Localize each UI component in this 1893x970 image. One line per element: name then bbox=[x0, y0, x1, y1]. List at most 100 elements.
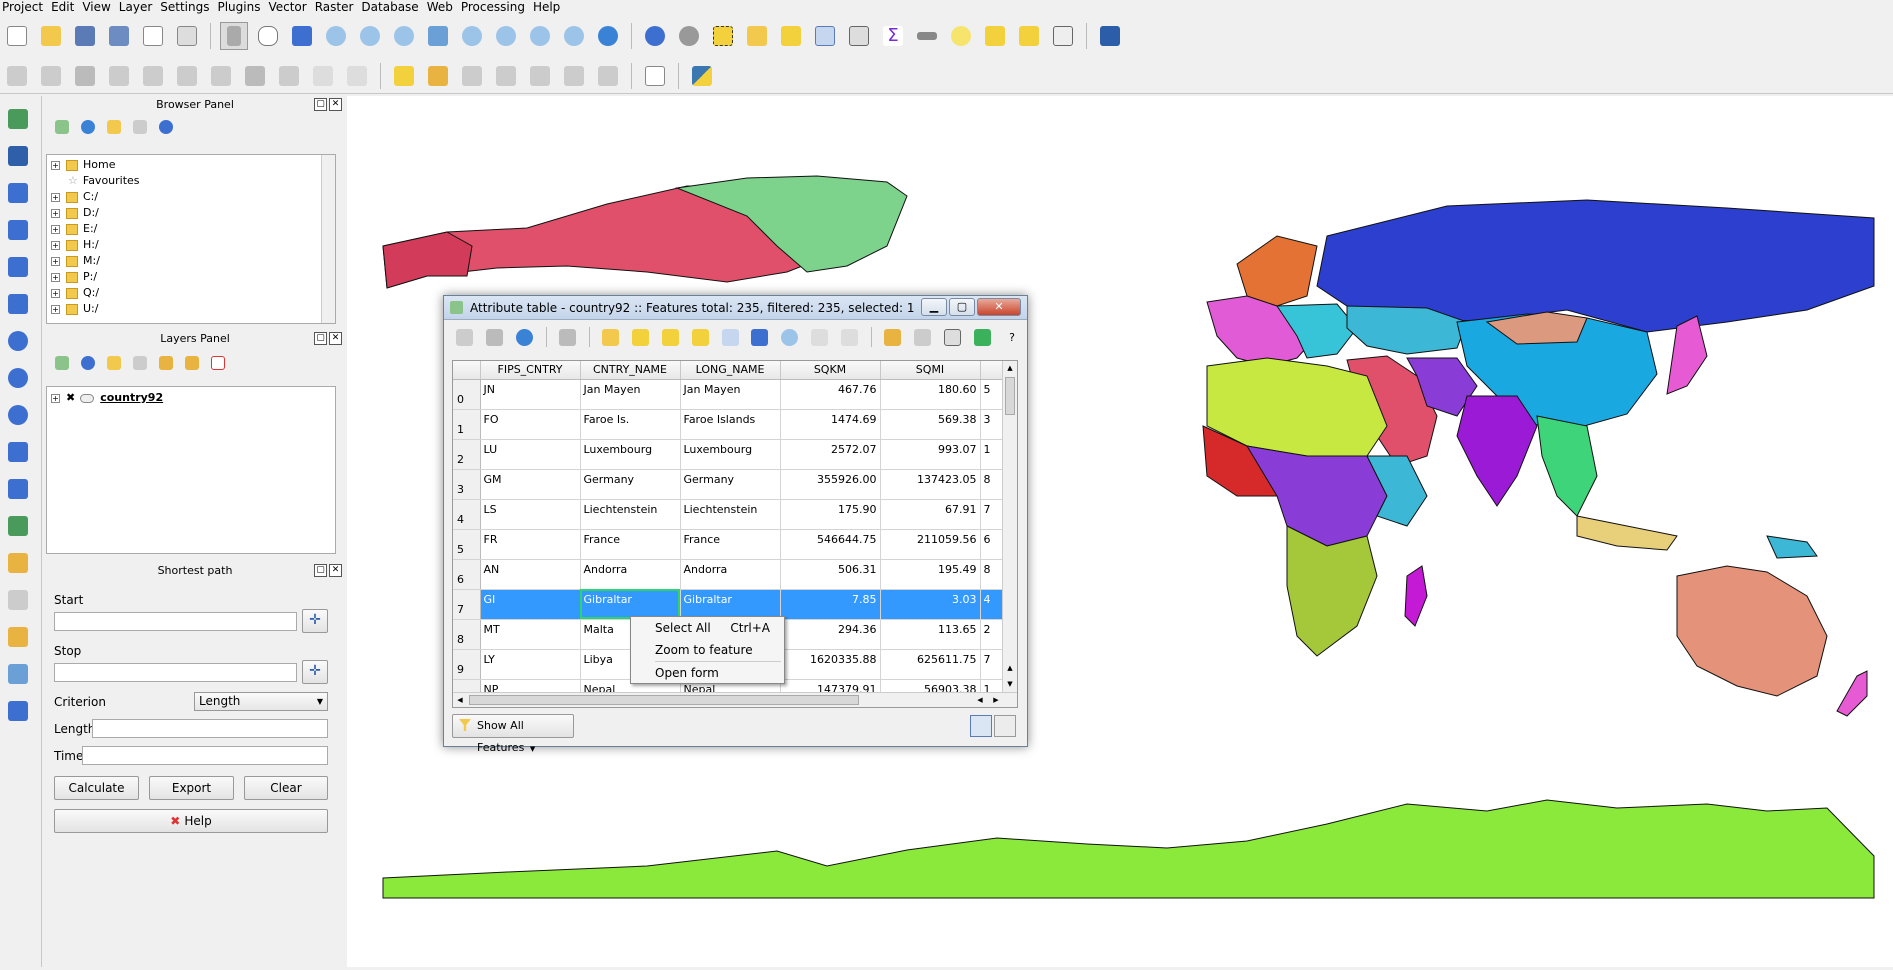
save-edits-icon[interactable] bbox=[484, 326, 506, 348]
network-point-icon[interactable] bbox=[4, 623, 32, 651]
menu-raster[interactable]: Raster bbox=[313, 0, 360, 14]
table-cell[interactable]: 3.03 bbox=[880, 589, 981, 620]
add-feature-icon[interactable] bbox=[105, 62, 133, 90]
add-virtual-layer-icon[interactable] bbox=[4, 475, 32, 503]
form-view-icon[interactable] bbox=[994, 715, 1016, 737]
table-cell[interactable]: 175.90 bbox=[780, 499, 881, 530]
new-print-composer-icon[interactable] bbox=[139, 22, 167, 50]
add-wfs-icon[interactable] bbox=[4, 401, 32, 429]
table-row[interactable]: 4 LS Liechtenstein Liechtenstein 175.90 67.91… bbox=[453, 499, 1006, 530]
save-edits-icon[interactable] bbox=[71, 62, 99, 90]
table-cell[interactable]: France bbox=[680, 529, 781, 560]
node-tool-icon[interactable] bbox=[139, 62, 167, 90]
zoom-last-icon[interactable] bbox=[526, 22, 554, 50]
row-header[interactable]: 4 bbox=[453, 499, 481, 530]
simplify-icon[interactable] bbox=[207, 62, 235, 90]
table-cell[interactable]: Luxembourg bbox=[680, 439, 781, 470]
menu-processing[interactable]: Processing bbox=[459, 0, 531, 14]
float-panel-icon[interactable]: ▢ bbox=[314, 332, 327, 345]
float-panel-icon[interactable]: ▢ bbox=[314, 98, 327, 111]
layer-item-country92[interactable]: + ✖ country92 bbox=[47, 390, 335, 406]
float-panel-icon[interactable]: ▢ bbox=[314, 564, 327, 577]
menu-project[interactable]: Project bbox=[0, 0, 49, 14]
table-cell[interactable]: LY bbox=[480, 649, 581, 680]
close-panel-icon[interactable]: ✕ bbox=[329, 98, 342, 111]
menu-edit[interactable]: Edit bbox=[49, 0, 80, 14]
table-cell[interactable]: Luxembourg bbox=[580, 439, 681, 470]
table-cell[interactable]: AN bbox=[480, 559, 581, 590]
browser-item-c[interactable]: + C:/ bbox=[47, 189, 335, 205]
layer-diagram-icon[interactable] bbox=[424, 62, 452, 90]
measure-line-icon[interactable] bbox=[913, 22, 941, 50]
table-row[interactable]: 3 GM Germany Germany 355926.00 137423.05 8 bbox=[453, 469, 1006, 500]
filter-expression-icon[interactable] bbox=[130, 353, 150, 373]
table-cell[interactable]: 506.31 bbox=[780, 559, 881, 590]
table-row[interactable]: 2 LU Luxembourg Luxembourg 2572.07 993.07 1 bbox=[453, 439, 1006, 470]
capture-point-icon[interactable] bbox=[4, 586, 32, 614]
scroll-up-icon[interactable]: ▲ bbox=[1003, 661, 1017, 675]
visibility-icon[interactable] bbox=[78, 353, 98, 373]
properties-icon[interactable] bbox=[156, 117, 176, 137]
column-header[interactable]: FIPS_CNTRY bbox=[480, 361, 581, 380]
menu-vector[interactable]: Vector bbox=[266, 0, 312, 14]
move-label-icon[interactable] bbox=[526, 62, 554, 90]
field-calculator-icon[interactable] bbox=[845, 22, 873, 50]
table-cell[interactable]: Gibraltar bbox=[580, 589, 681, 620]
save-as-icon[interactable] bbox=[105, 22, 133, 50]
table-cell[interactable]: Liechtenstein bbox=[680, 499, 781, 530]
field-calculator-icon[interactable] bbox=[941, 326, 963, 348]
new-layer-icon[interactable] bbox=[4, 512, 32, 540]
invert-selection-icon[interactable] bbox=[659, 326, 681, 348]
start-field[interactable] bbox=[54, 612, 297, 631]
browser-item-m[interactable]: + M:/ bbox=[47, 253, 335, 269]
browser-item-d[interactable]: + D:/ bbox=[47, 205, 335, 221]
table-cell[interactable]: 1620335.88 bbox=[780, 649, 881, 680]
zoom-out-icon[interactable] bbox=[356, 22, 384, 50]
pick-start-point-icon[interactable]: ✛ bbox=[302, 609, 328, 633]
filter-browser-icon[interactable] bbox=[104, 117, 124, 137]
column-header[interactable]: SQMI bbox=[880, 361, 981, 380]
table-cell[interactable]: JN bbox=[480, 379, 581, 410]
table-cell[interactable]: Andorra bbox=[680, 559, 781, 590]
python-console-icon[interactable] bbox=[688, 62, 716, 90]
add-spatialite-icon[interactable] bbox=[4, 216, 32, 244]
text-annotation-icon[interactable] bbox=[1049, 22, 1077, 50]
table-cell[interactable]: Faroe Is. bbox=[580, 409, 681, 440]
new-field-icon[interactable] bbox=[882, 326, 904, 348]
add-wms-icon[interactable] bbox=[4, 327, 32, 355]
table-row[interactable]: 0 JN Jan Mayen Jan Mayen 467.76 180.60 5 bbox=[453, 379, 1006, 410]
select-features-icon[interactable] bbox=[709, 22, 737, 50]
move-selection-to-top-icon[interactable] bbox=[719, 326, 741, 348]
table-cell[interactable]: Gibraltar bbox=[680, 589, 781, 620]
table-cell[interactable]: 625611.75 bbox=[880, 649, 981, 680]
table-cell[interactable]: 569.38 bbox=[880, 409, 981, 440]
delete-features-icon[interactable] bbox=[557, 326, 579, 348]
close-panel-icon[interactable]: ✕ bbox=[329, 564, 342, 577]
whats-this-help-icon[interactable] bbox=[1096, 22, 1124, 50]
pan-map-icon[interactable] bbox=[254, 22, 282, 50]
scroll-thumb[interactable] bbox=[1005, 377, 1015, 415]
table-cell[interactable]: Jan Mayen bbox=[680, 379, 781, 410]
browser-item-p[interactable]: + P:/ bbox=[47, 269, 335, 285]
add-raster-layer-icon[interactable] bbox=[4, 142, 32, 170]
deselect-all-icon[interactable] bbox=[689, 326, 711, 348]
select-by-expression-icon[interactable] bbox=[600, 326, 622, 348]
table-cell[interactable]: 67.91 bbox=[880, 499, 981, 530]
change-label-icon[interactable] bbox=[594, 62, 622, 90]
close-icon[interactable]: ✕ bbox=[977, 298, 1021, 316]
reload-table-icon[interactable] bbox=[514, 326, 536, 348]
zoom-next-icon[interactable] bbox=[560, 22, 588, 50]
table-cell[interactable]: 1474.69 bbox=[780, 409, 881, 440]
browser-item-h[interactable]: + H:/ bbox=[47, 237, 335, 253]
menu-database[interactable]: Database bbox=[359, 0, 424, 14]
layer-labeling-icon[interactable] bbox=[390, 62, 418, 90]
minimize-icon[interactable]: ▁ bbox=[921, 298, 947, 316]
row-header[interactable]: 2 bbox=[453, 439, 481, 470]
toggle-editing-icon[interactable] bbox=[454, 326, 476, 348]
conditional-formatting-icon[interactable] bbox=[971, 326, 993, 348]
table-row[interactable]: 7 GI Gibraltar Gibraltar 7.85 3.03 4 bbox=[453, 589, 1006, 620]
table-cell[interactable]: Jan Mayen bbox=[580, 379, 681, 410]
table-cell[interactable]: 113.65 bbox=[880, 619, 981, 650]
zoom-in-icon[interactable] bbox=[322, 22, 350, 50]
table-cell[interactable]: Faroe Islands bbox=[680, 409, 781, 440]
